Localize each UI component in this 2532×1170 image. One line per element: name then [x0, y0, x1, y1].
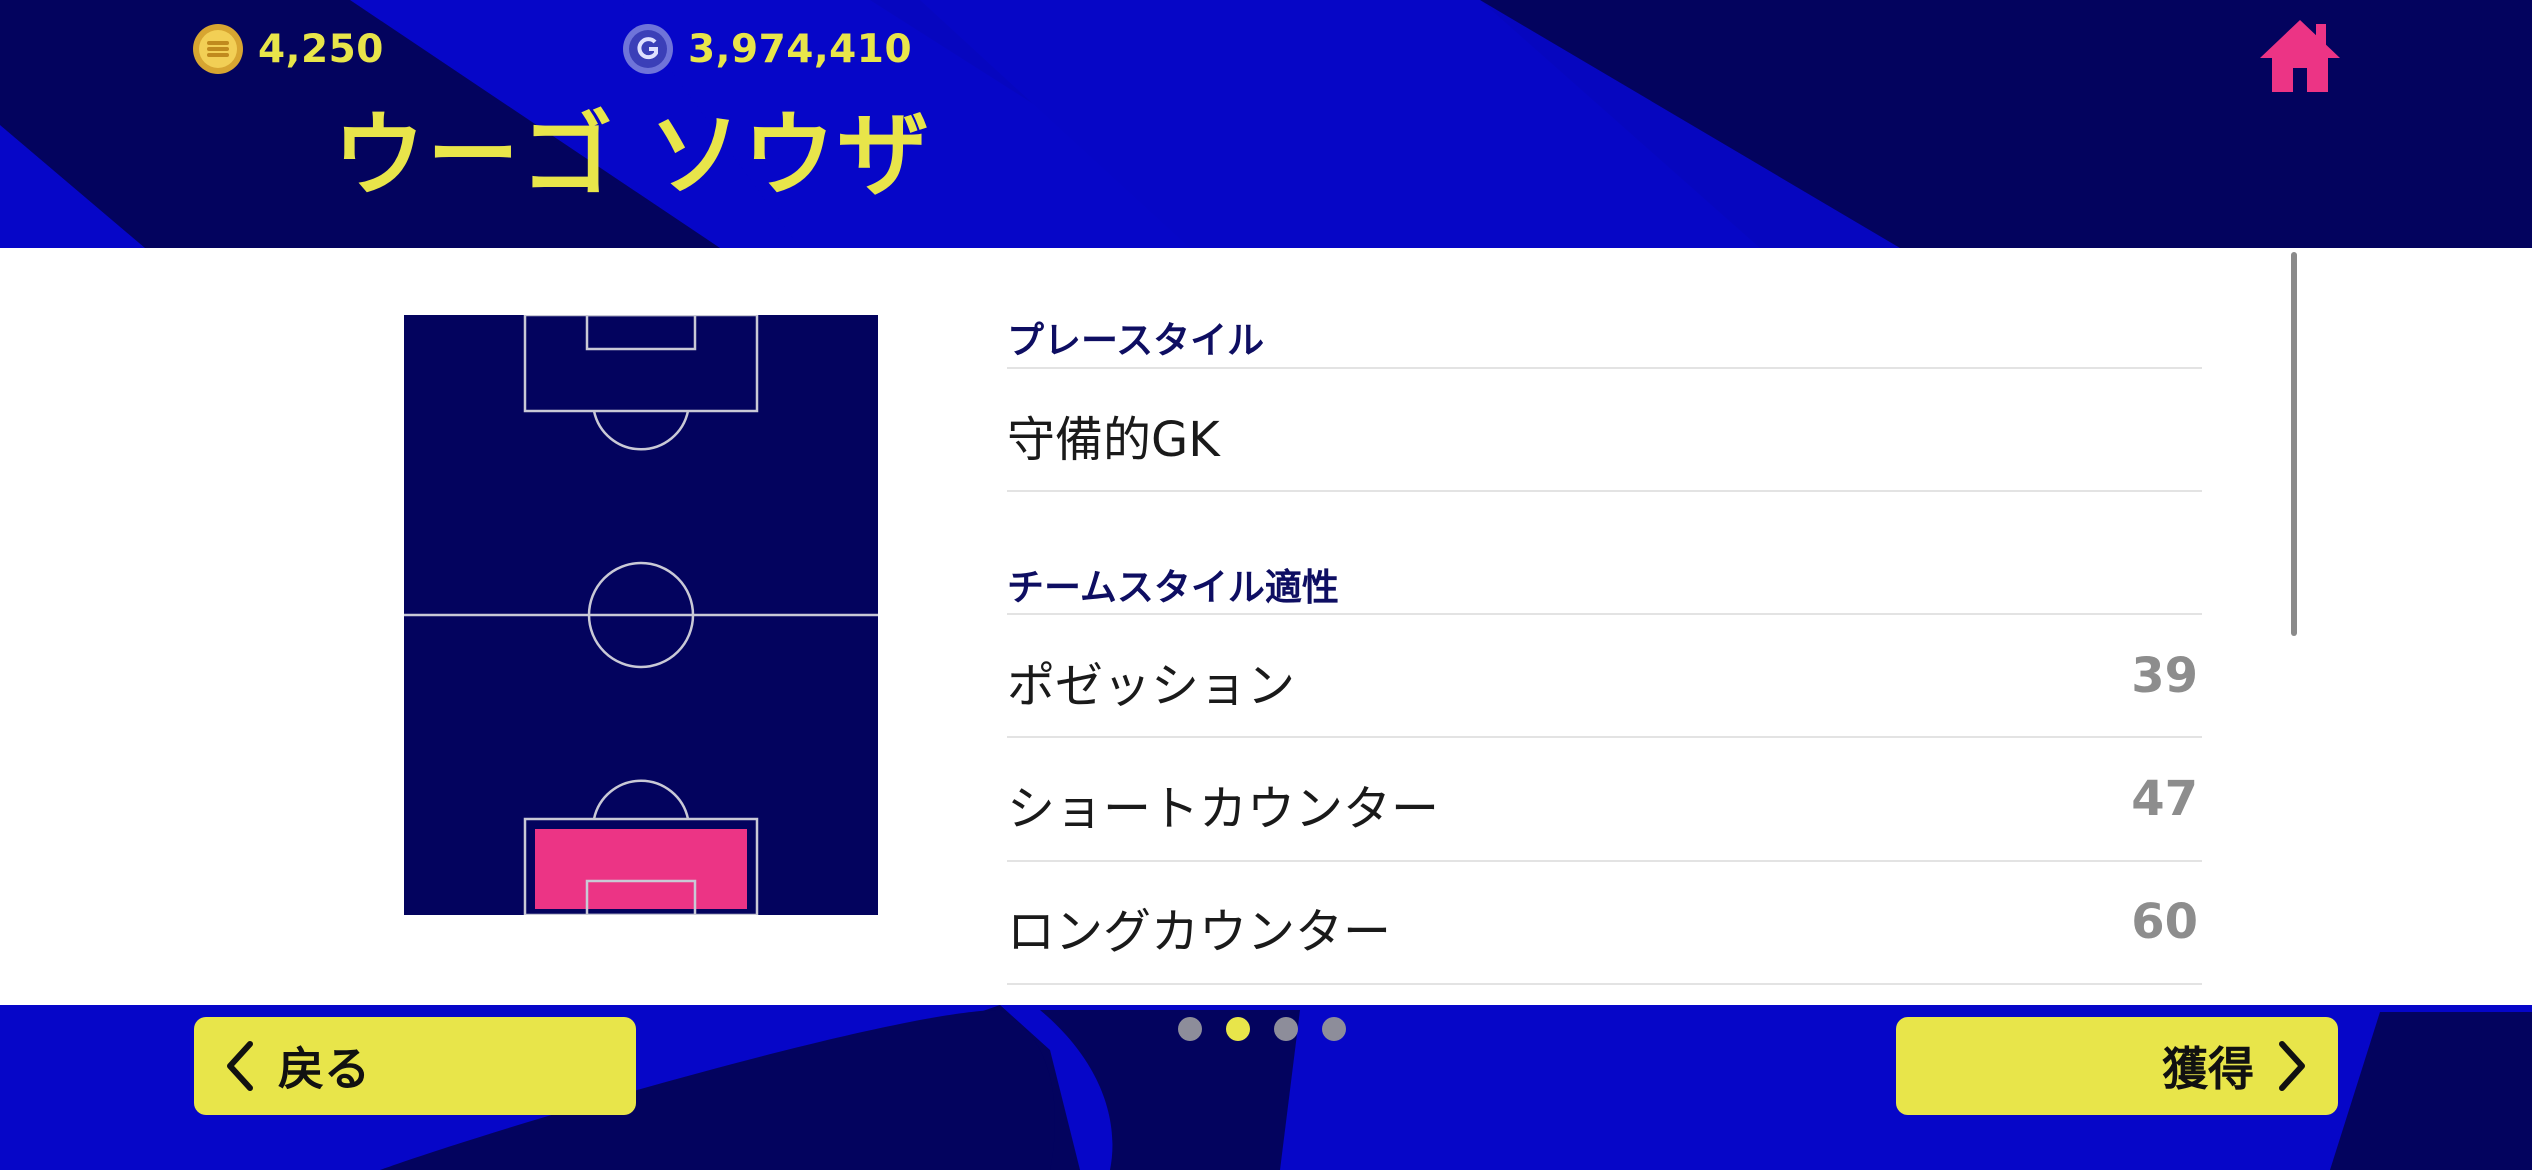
- divider: [1007, 490, 2202, 492]
- home-icon[interactable]: [2258, 18, 2342, 94]
- team-style-value-short-counter: 47: [2131, 771, 2198, 827]
- player-name: ウーゴ ソウザ: [333, 102, 932, 209]
- divider: [1007, 613, 2202, 615]
- divider: [1007, 367, 2202, 369]
- back-button-label: 戻る: [278, 1042, 370, 1096]
- scrollbar[interactable]: [2291, 252, 2297, 636]
- team-style-label-long-counter: ロングカウンター: [1007, 904, 1392, 960]
- chevron-left-icon: [227, 1041, 253, 1091]
- header: 4,250 3,974,410 ウーゴ ソウザ: [0, 0, 2532, 248]
- position-pitch-map: [404, 315, 878, 915]
- chevron-right-icon: [2279, 1041, 2305, 1091]
- gk-position-highlight: [535, 829, 747, 909]
- acquire-button[interactable]: 獲得: [1896, 1017, 2338, 1115]
- team-style-value-long-counter: 60: [2131, 894, 2198, 950]
- team-style-label-short-counter: ショートカウンター: [1007, 781, 1440, 837]
- page-dot[interactable]: [1274, 1017, 1298, 1041]
- playstyle-value: 守備的GK: [1007, 412, 1220, 468]
- playstyle-title: プレースタイル: [1007, 319, 1265, 362]
- coins-display: 4,250: [192, 22, 384, 76]
- divider: [1007, 736, 2202, 738]
- e-coin-icon: [193, 24, 243, 74]
- divider: [1007, 860, 2202, 862]
- page-indicator: [1178, 1017, 1346, 1041]
- page-dot[interactable]: [1178, 1017, 1202, 1041]
- gp-coin-icon: [623, 24, 673, 74]
- divider: [1007, 983, 2202, 985]
- team-style-value-possession: 39: [2131, 648, 2198, 704]
- page-dot[interactable]: [1322, 1017, 1346, 1041]
- team-style-title: チームスタイル適性: [1007, 566, 1339, 609]
- back-button[interactable]: 戻る: [194, 1017, 636, 1115]
- gp-display: 3,974,410: [622, 22, 912, 76]
- acquire-button-label: 獲得: [2162, 1042, 2254, 1096]
- coins-value: 4,250: [258, 26, 384, 72]
- gp-value: 3,974,410: [688, 26, 913, 72]
- team-style-label-possession: ポゼッション: [1007, 658, 1296, 714]
- page-dot-active[interactable]: [1226, 1017, 1250, 1041]
